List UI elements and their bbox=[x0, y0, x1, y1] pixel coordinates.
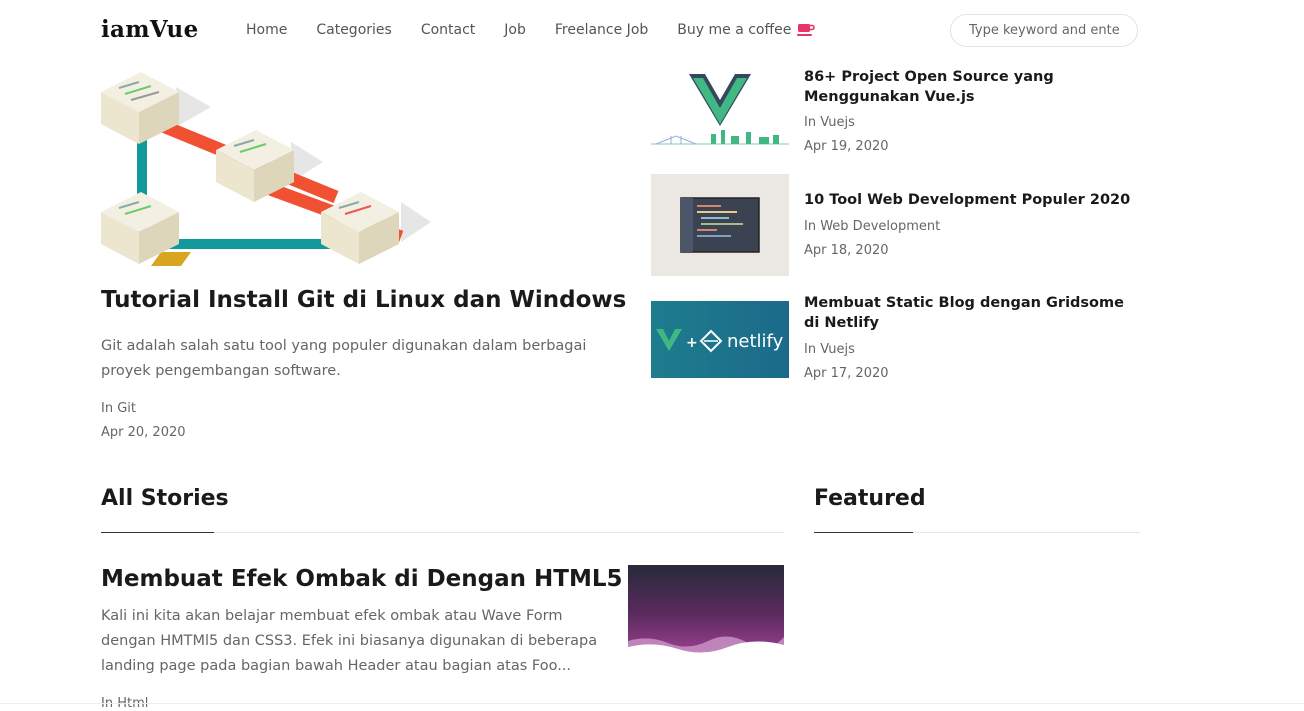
coffee-cup-icon bbox=[797, 23, 816, 37]
nav-buy-coffee[interactable]: Buy me a coffee bbox=[677, 22, 816, 38]
story-title[interactable]: Membuat Efek Ombak di Dengan HTML5 bbox=[101, 566, 623, 592]
side-post-thumbnail-vue[interactable] bbox=[651, 62, 789, 164]
nav-job[interactable]: Job bbox=[504, 22, 526, 38]
hero-post-category[interactable]: In Git bbox=[101, 401, 136, 416]
side-post-category[interactable]: In Web Development bbox=[804, 219, 940, 234]
side-post-title[interactable]: 10 Tool Web Development Populer 2020 bbox=[804, 190, 1139, 210]
side-post-title[interactable]: Membuat Static Blog dengan Gridsome di N… bbox=[804, 293, 1139, 333]
side-post-date: Apr 19, 2020 bbox=[804, 139, 889, 154]
featured-heading: Featured bbox=[814, 486, 926, 511]
all-stories-underline bbox=[101, 532, 214, 533]
side-post-date: Apr 17, 2020 bbox=[804, 366, 889, 381]
hero-post-date: Apr 20, 2020 bbox=[101, 425, 186, 440]
hero-post-excerpt: Git adalah salah satu tool yang populer … bbox=[101, 338, 587, 379]
side-post-thumbnail-netlify[interactable]: + netlify bbox=[651, 301, 789, 378]
hero-post-title[interactable]: Tutorial Install Git di Linux dan Window… bbox=[101, 287, 626, 313]
side-post-category[interactable]: In Vuejs bbox=[804, 115, 855, 130]
search-input[interactable] bbox=[950, 14, 1138, 47]
svg-text:+: + bbox=[686, 335, 698, 351]
netlify-logo-text: netlify bbox=[727, 331, 784, 352]
nav-home[interactable]: Home bbox=[246, 22, 287, 38]
nav-freelance-job[interactable]: Freelance Job bbox=[555, 22, 648, 38]
side-post-thumbnail-editor[interactable] bbox=[651, 174, 789, 276]
side-post-date: Apr 18, 2020 bbox=[804, 243, 889, 258]
all-stories-heading: All Stories bbox=[101, 486, 229, 511]
hero-image[interactable] bbox=[101, 62, 531, 266]
main-nav: Home Categories Contact Job Freelance Jo… bbox=[246, 22, 844, 38]
nav-categories[interactable]: Categories bbox=[316, 22, 391, 38]
site-logo[interactable]: iamVue bbox=[101, 16, 199, 43]
featured-underline bbox=[814, 532, 913, 533]
page-bottom-divider bbox=[0, 703, 1304, 704]
nav-contact[interactable]: Contact bbox=[421, 22, 475, 38]
side-post-title[interactable]: 86+ Project Open Source yang Menggunakan… bbox=[804, 67, 1139, 107]
nav-buy-coffee-label: Buy me a coffee bbox=[677, 22, 792, 38]
story-excerpt: Kali ini kita akan belajar membuat efek … bbox=[101, 608, 598, 674]
side-post-category[interactable]: In Vuejs bbox=[804, 342, 855, 357]
story-thumbnail-wave[interactable] bbox=[628, 565, 784, 653]
